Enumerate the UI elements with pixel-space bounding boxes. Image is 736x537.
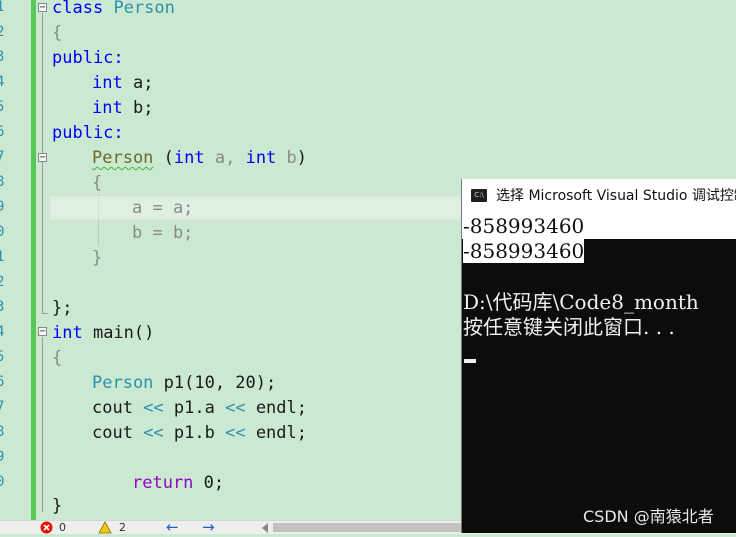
line-number: 4 <box>0 324 5 340</box>
keyword-int: int <box>92 98 123 118</box>
paren: ( <box>153 148 174 168</box>
warning-count[interactable]: 2 <box>119 521 126 534</box>
line-number: 6 <box>0 124 5 140</box>
keyword-int: int <box>92 73 123 93</box>
collapse-main-icon[interactable]: − <box>38 327 47 337</box>
param-b: b <box>276 148 297 168</box>
selected-output: -858993460 <box>463 239 585 263</box>
code-line-6[interactable]: public: <box>52 121 124 146</box>
console-output-line-1: -858993460 <box>463 214 585 238</box>
console-app-icon: C:\ <box>471 189 487 202</box>
change-indicator-bar <box>31 0 36 520</box>
object-decl: p1(10, 20); <box>153 373 277 393</box>
member-access: p1.a <box>163 398 226 418</box>
endl: endl; <box>245 423 307 443</box>
code-line-11[interactable]: } <box>92 246 102 271</box>
outline-line <box>42 337 43 512</box>
keyword-class: class <box>52 0 104 18</box>
line-number: 5 <box>0 349 5 365</box>
watermark: CSDN @南猿北者 <box>583 507 714 526</box>
console-output-line-2: -858993460 <box>463 239 585 264</box>
keyword-int: int <box>52 323 83 343</box>
line-number: 0 <box>0 224 5 240</box>
main-signature: main() <box>82 323 155 343</box>
code-line-8[interactable]: { <box>92 171 102 196</box>
console-cursor <box>464 359 476 363</box>
line-number: 6 <box>0 374 5 390</box>
endl: endl; <box>245 398 307 418</box>
console-output-line-4: 按任意键关闭此窗口. . . <box>463 315 675 339</box>
cout: cout <box>92 398 144 418</box>
code-line-13[interactable]: }; <box>52 296 72 321</box>
param-a: a, <box>204 148 246 168</box>
line-number: 1 <box>0 249 5 265</box>
line-number: 5 <box>0 99 5 115</box>
member-b: b; <box>132 98 154 118</box>
keyword-int: int <box>173 148 205 168</box>
code-line-14[interactable]: int main() <box>52 321 154 346</box>
line-number: 8 <box>0 424 5 440</box>
line-number: 4 <box>0 74 5 90</box>
line-number: 3 <box>0 299 5 315</box>
line-number: 7 <box>0 149 5 165</box>
type-person: Person <box>92 373 154 393</box>
code-line-18[interactable]: cout << p1.b << endl; <box>92 421 307 446</box>
stream-op: << <box>225 398 246 418</box>
code-line-1[interactable]: class Person <box>52 0 175 21</box>
stream-op: << <box>143 423 164 443</box>
code-line-10[interactable]: b = b; <box>132 221 193 246</box>
code-line-3[interactable]: public: <box>52 46 124 71</box>
console-output-line-3: D:\代码库\Code8_month <box>463 290 699 314</box>
console-title-bar[interactable]: C:\ 选择 Microsoft Visual Studio 调试控制台 <box>462 179 736 213</box>
line-number: 7 <box>0 399 5 415</box>
cout: cout <box>92 423 144 443</box>
code-line-21[interactable]: } <box>52 494 62 519</box>
line-number: 0 <box>0 474 5 490</box>
line-number: 3 <box>0 49 5 65</box>
collapse-constructor-icon[interactable]: − <box>38 153 47 163</box>
code-line-15[interactable]: { <box>52 346 62 371</box>
error-icon[interactable] <box>40 521 53 534</box>
navigate-back-icon[interactable]: ← <box>166 520 179 535</box>
class-name: Person <box>113 0 175 18</box>
code-line-20[interactable]: return 0; <box>132 471 224 496</box>
error-count[interactable]: 0 <box>59 521 66 534</box>
code-line-5[interactable]: int b; <box>92 96 153 121</box>
scroll-left-icon[interactable] <box>262 523 268 533</box>
member-access: p1.b <box>163 423 226 443</box>
line-number-gutter: 1 2 3 4 5 6 7 8 9 0 1 2 3 4 5 6 7 8 9 0 <box>0 0 6 520</box>
line-number: 2 <box>0 274 5 290</box>
stream-op: << <box>225 423 246 443</box>
line-number: 9 <box>0 199 5 215</box>
code-line-7[interactable]: Person (int a, int b) <box>92 146 307 171</box>
stream-op: << <box>143 398 164 418</box>
code-line-2[interactable]: { <box>52 21 62 46</box>
code-line-9[interactable]: a = a; <box>132 196 193 221</box>
warning-icon[interactable] <box>98 521 112 534</box>
code-line-17[interactable]: cout << p1.a << endl; <box>92 396 307 421</box>
current-line-highlight <box>50 196 470 220</box>
outline-end <box>42 313 48 314</box>
line-number: 8 <box>0 174 5 190</box>
constructor-name: Person <box>92 148 154 168</box>
keyword-return: return <box>132 473 194 493</box>
return-value: 0; <box>193 473 225 493</box>
paren: ) <box>296 148 308 168</box>
member-a: a; <box>132 73 154 93</box>
horizontal-scrollbar[interactable] <box>273 523 463 532</box>
line-number: 1 <box>0 0 5 15</box>
console-title: 选择 Microsoft Visual Studio 调试控制台 <box>496 188 736 204</box>
debug-console-window[interactable]: C:\ 选择 Microsoft Visual Studio 调试控制台 -85… <box>461 179 736 533</box>
code-line-4[interactable]: int a; <box>92 71 153 96</box>
navigate-forward-icon[interactable]: → <box>202 520 215 535</box>
line-number: 2 <box>0 24 5 40</box>
collapse-class-icon[interactable]: − <box>38 3 47 13</box>
code-line-16[interactable]: Person p1(10, 20); <box>92 371 276 396</box>
keyword-int: int <box>245 148 277 168</box>
line-number: 9 <box>0 449 5 465</box>
outline-line <box>42 13 43 313</box>
